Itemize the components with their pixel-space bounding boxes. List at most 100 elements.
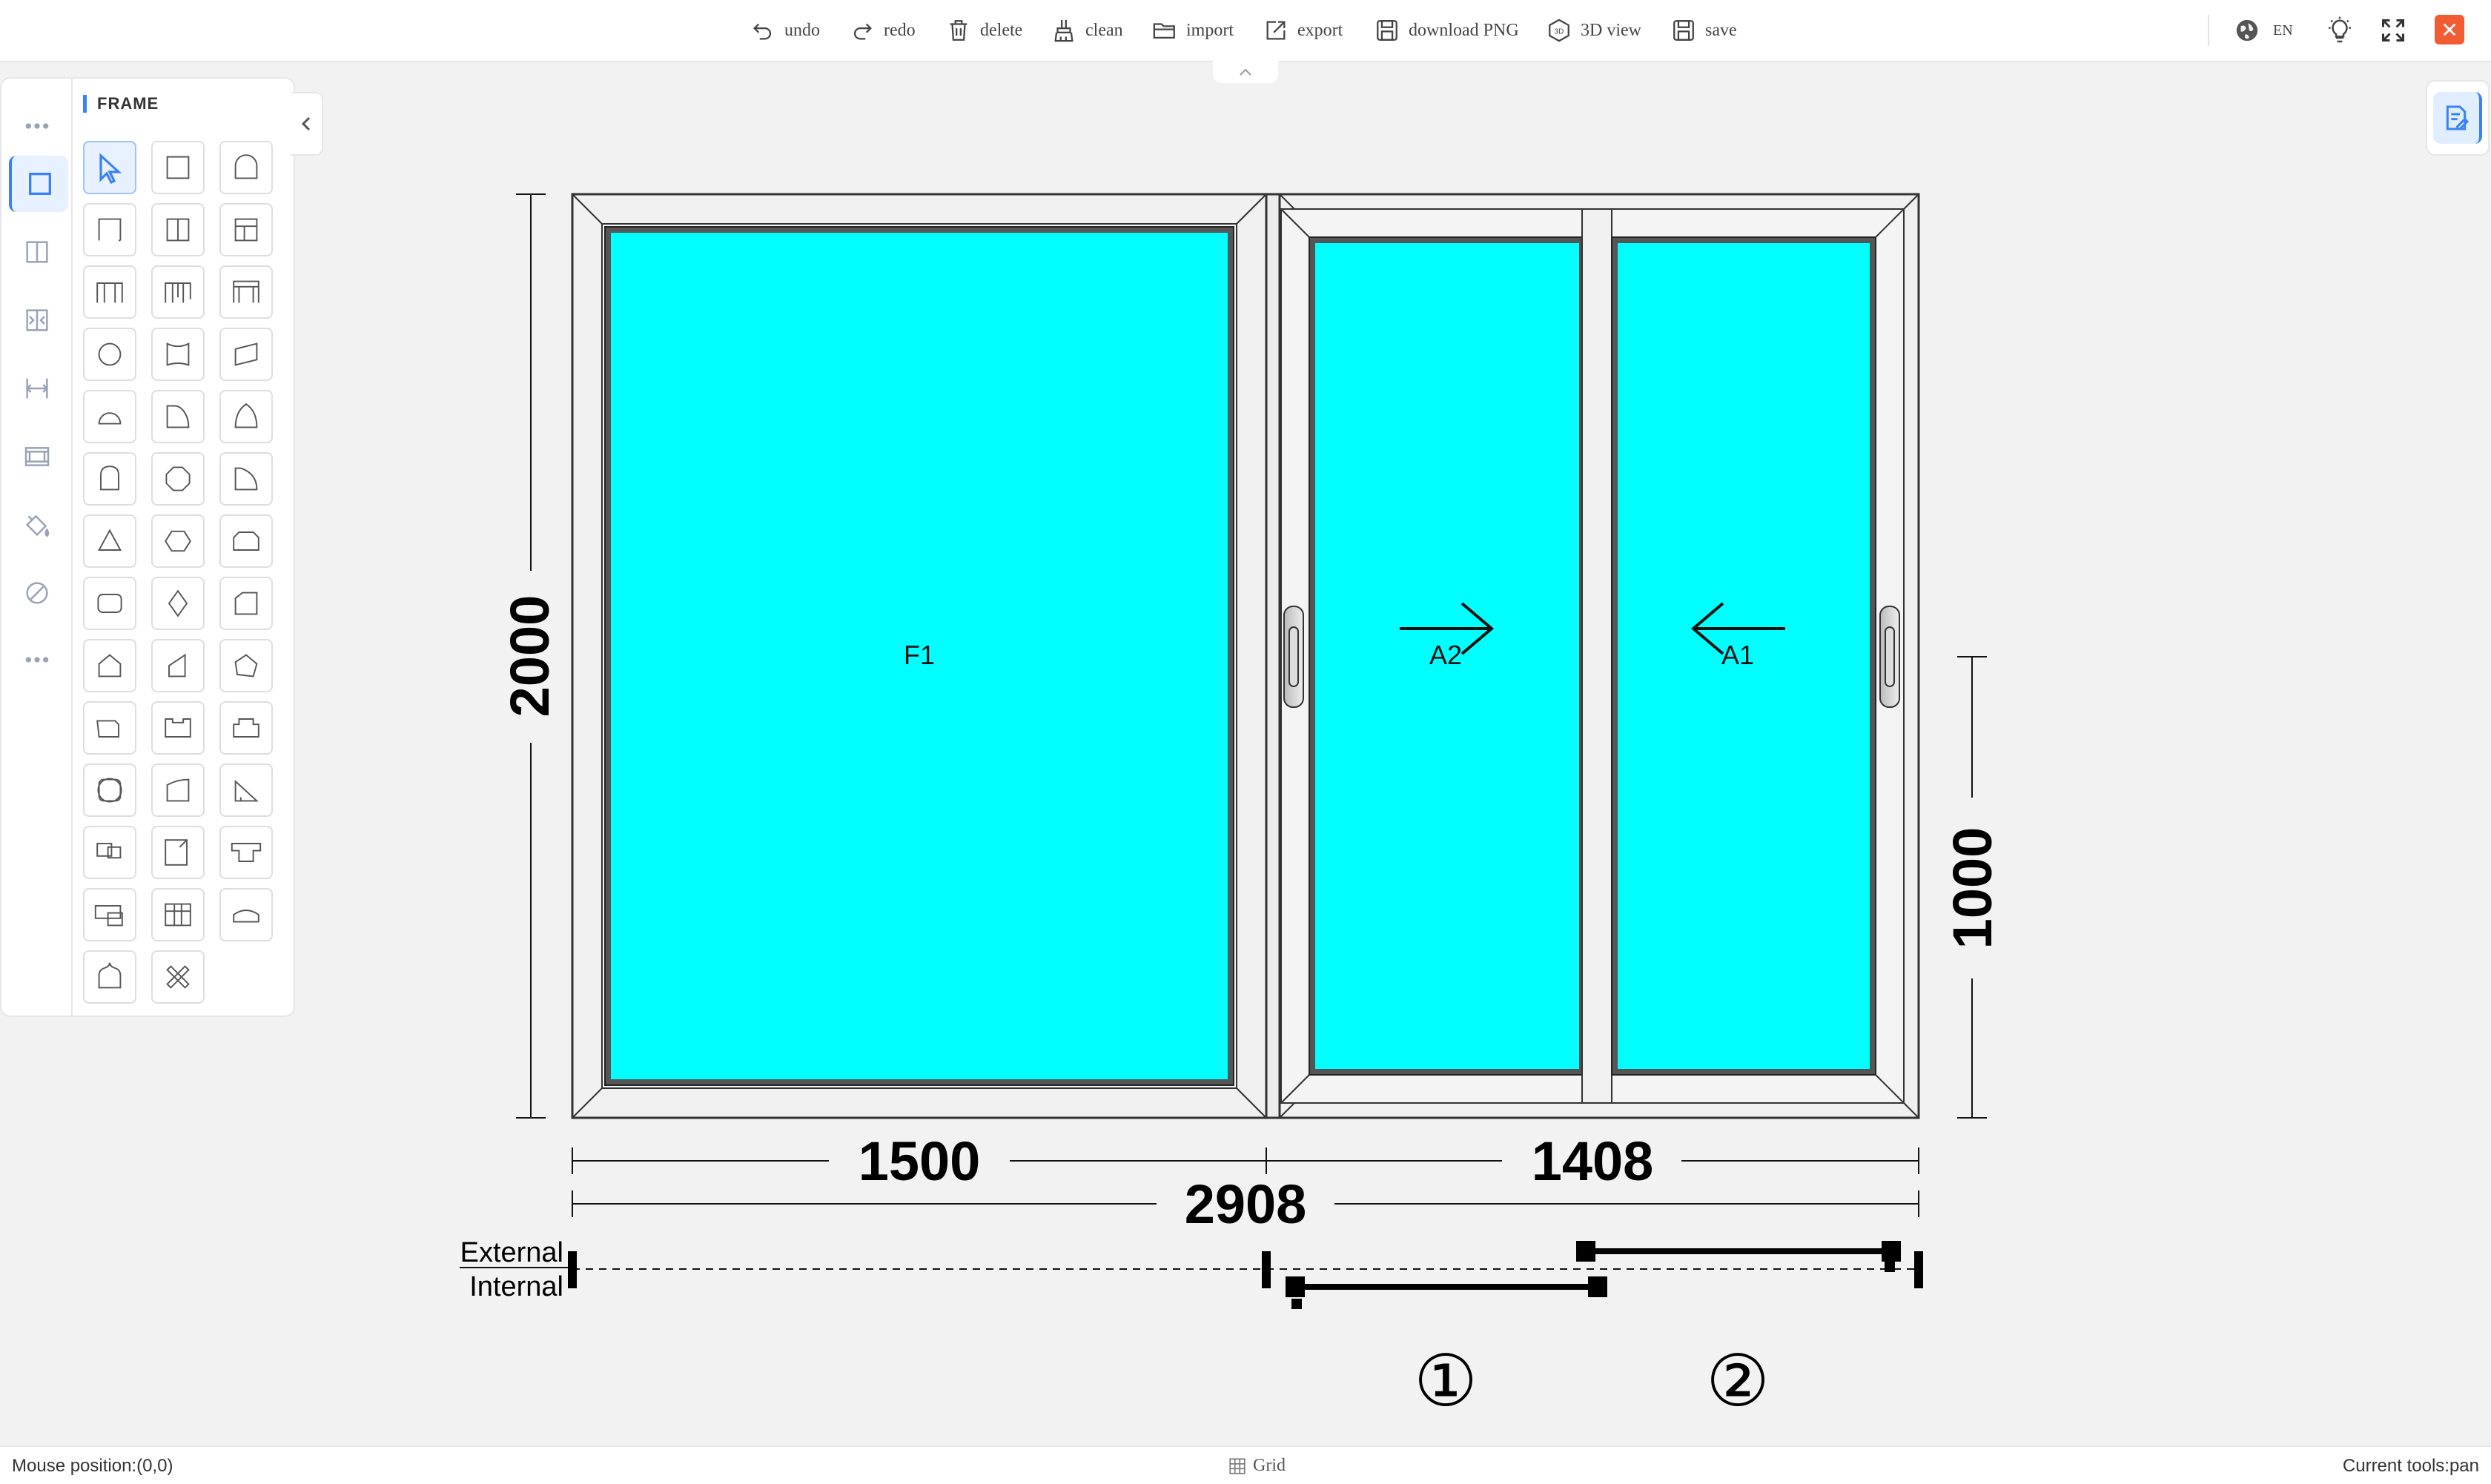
shape-tile-rectangle[interactable] — [151, 141, 205, 194]
panel-title: FRAME — [83, 90, 159, 117]
shape-tile-rounded-rect[interactable] — [83, 577, 136, 630]
shape-tile-frame-corner[interactable] — [83, 203, 136, 256]
shape-tile-notched-rect[interactable] — [83, 701, 136, 755]
rail-glass[interactable] — [9, 428, 65, 485]
pane-label-f1: F1 — [904, 640, 935, 670]
octagon-icon — [165, 466, 191, 491]
shape-tile-frame-twin[interactable] — [151, 265, 205, 319]
chevron-left-icon — [301, 116, 311, 131]
shape-tile-half-round[interactable] — [83, 390, 136, 443]
shape-tile-frame-portal[interactable] — [219, 265, 273, 319]
rail-sash[interactable] — [9, 292, 65, 348]
track-number-1: ① — [1414, 1339, 1478, 1422]
rail-disable[interactable] — [9, 565, 65, 621]
trapezoid-top-icon — [233, 531, 259, 551]
shape-tile-circle[interactable] — [83, 328, 136, 381]
grid-icon — [1229, 1457, 1246, 1474]
circle-icon — [98, 342, 122, 366]
shape-tile-slanted-side[interactable] — [151, 639, 205, 692]
t-combo-icon — [231, 843, 262, 862]
pane-label-a2: A2 — [1429, 640, 1462, 670]
shape-tile-stepped-top[interactable] — [151, 701, 205, 755]
rail-dimension[interactable] — [9, 360, 65, 417]
arch-top-icon — [234, 154, 258, 179]
quatrefoil-icon — [97, 778, 122, 803]
shape-tile-arch-top[interactable] — [219, 141, 273, 194]
shape-tile-tab-top[interactable] — [219, 701, 273, 755]
segment-arch-icon — [233, 910, 259, 923]
shape-tile-frame-mullion[interactable] — [151, 203, 205, 256]
rail-frame[interactable] — [9, 156, 68, 212]
shape-tile-offset-combo[interactable] — [83, 826, 136, 879]
height-dimension-label[interactable]: 2000 — [499, 595, 560, 718]
shape-tile-select-tool[interactable] — [83, 141, 136, 194]
quarter-round-icon — [166, 405, 190, 428]
shape-tile-ogee-arch[interactable] — [83, 950, 136, 1004]
sliding-width-label[interactable]: 1408 — [1532, 1130, 1654, 1192]
shape-tile-segment-arch[interactable] — [219, 888, 273, 941]
current-tool: Current tools:pan — [2342, 1456, 2479, 1476]
pentagon-icon — [98, 654, 122, 678]
shape-tile-right-triangle[interactable] — [219, 763, 273, 817]
properties-button-inner — [2433, 92, 2482, 144]
status-bar: Mouse position:(0,0) Grid Current tools:… — [0, 1445, 2491, 1484]
track-label-internal: Internal — [469, 1271, 563, 1302]
quarter-arch-icon — [234, 467, 258, 491]
mullion-icon — [26, 241, 48, 263]
rail-more-top[interactable] — [9, 98, 65, 154]
rounded-rect-icon — [97, 594, 122, 613]
track-diagram — [460, 1241, 1923, 1309]
shape-tile-t-combo[interactable] — [219, 826, 273, 879]
drawing-canvas[interactable]: F1 A2 A1 2000 1000 1500 1408 2908 Extern… — [0, 0, 2491, 1445]
properties-panel-button[interactable] — [2426, 80, 2490, 156]
shape-tile-tall-combo[interactable] — [151, 826, 205, 879]
category-rail — [1, 79, 73, 1016]
shape-tile-trapezoid-top[interactable] — [219, 514, 273, 568]
slanted-side-icon — [168, 653, 186, 678]
shape-tile-quarter-arch[interactable] — [219, 452, 273, 506]
shape-tile-round-top-narrow[interactable] — [83, 452, 136, 506]
shape-tile-frame-transom[interactable] — [219, 203, 273, 256]
shape-tile-diamond[interactable] — [151, 577, 205, 630]
rail-mullion[interactable] — [9, 224, 65, 280]
notched-rect-icon — [96, 720, 119, 738]
grid-toggle[interactable]: Grid — [1228, 1456, 1286, 1476]
grid-label: Grid — [1253, 1456, 1286, 1475]
more-horizontal-icon — [25, 657, 49, 663]
shape-tile-trapezoid[interactable] — [219, 328, 273, 381]
hexagon-icon — [165, 530, 191, 552]
shape-tile-grid-combo[interactable] — [151, 888, 205, 941]
tab-top-icon — [233, 718, 259, 738]
shape-tile-triangle[interactable] — [83, 514, 136, 568]
slanted-corner-icon — [234, 592, 258, 615]
panel-collapse-button[interactable] — [291, 92, 323, 156]
fixed-width-label[interactable]: 1500 — [859, 1130, 981, 1192]
rail-paint[interactable] — [9, 497, 65, 553]
diamond-icon — [168, 589, 188, 617]
frame-corner-icon — [98, 218, 122, 242]
partial-height-dimension-label[interactable]: 1000 — [1942, 827, 2003, 950]
total-width-label[interactable]: 2908 — [1185, 1173, 1307, 1235]
more-horizontal-icon — [25, 123, 49, 129]
glass-grid-icon — [24, 447, 50, 466]
shape-tile-bay-combo[interactable] — [83, 888, 136, 941]
shape-tile-custom-tools[interactable] — [151, 950, 205, 1004]
shape-tile-quarter-round[interactable] — [151, 390, 205, 443]
right-triangle-icon — [234, 779, 259, 802]
shape-tile-frame-double[interactable] — [83, 265, 136, 319]
track-label-external: External — [460, 1237, 563, 1268]
half-round-icon — [98, 412, 122, 425]
ogee-arch-icon — [98, 962, 122, 989]
shape-tile-gothic-arch[interactable] — [219, 390, 273, 443]
rail-more-bottom[interactable] — [9, 632, 65, 688]
shape-tile-curved-parallelogram[interactable] — [151, 763, 205, 817]
shape-tile-irregular-pentagon[interactable] — [219, 639, 273, 692]
shape-tile-octagon[interactable] — [151, 452, 205, 506]
shape-tile-curved-top[interactable] — [151, 328, 205, 381]
shape-tile-hexagon[interactable] — [151, 514, 205, 568]
shape-tile-slanted-corner[interactable] — [219, 577, 273, 630]
curved-top-icon — [166, 342, 190, 366]
shape-tile-quatrefoil[interactable] — [83, 763, 136, 817]
shape-tile-pentagon[interactable] — [83, 639, 136, 692]
curved-parallelogram-icon — [166, 778, 190, 802]
